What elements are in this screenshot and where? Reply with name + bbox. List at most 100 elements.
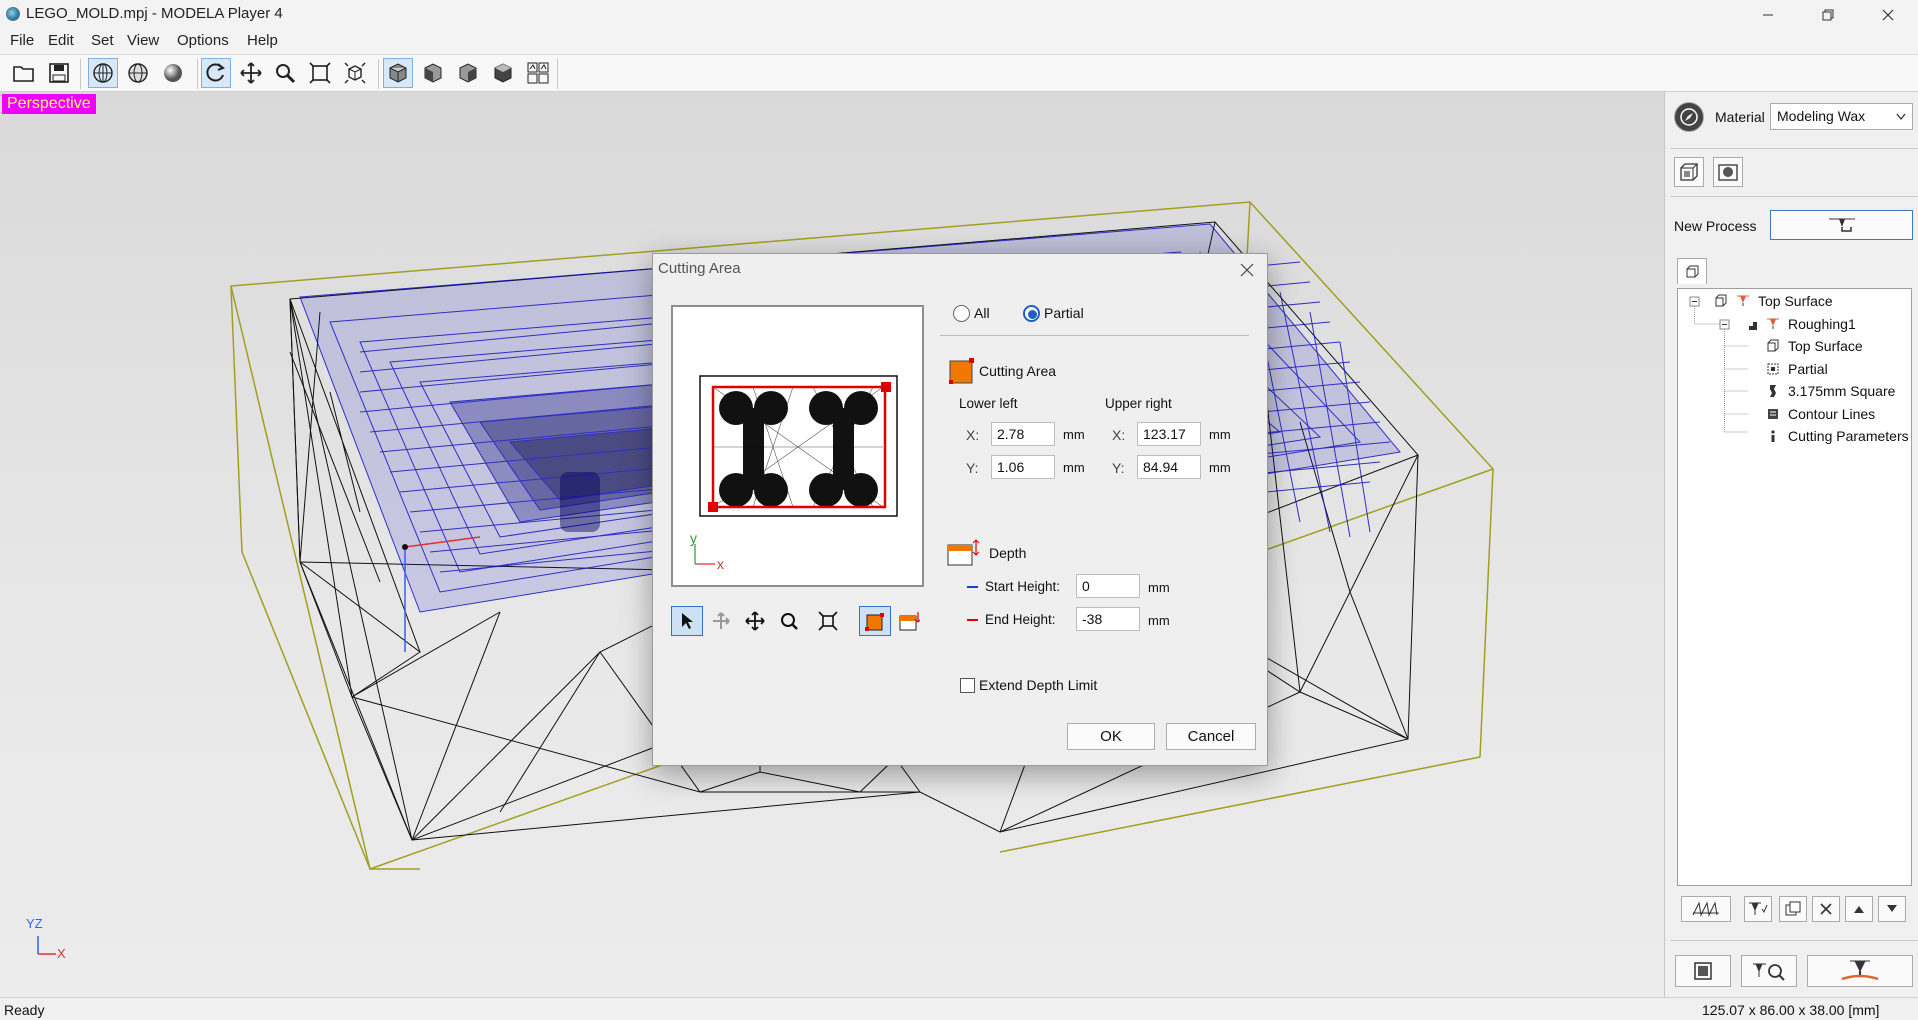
view-perspective-icon (389, 63, 407, 83)
start-height-input[interactable] (1076, 574, 1140, 598)
tree-item-cutting-parameters[interactable]: Cutting Parameters (1766, 428, 1909, 444)
copy-process-button[interactable] (1779, 896, 1807, 922)
stock-settings-button[interactable] (1713, 157, 1743, 187)
copy-icon (1785, 901, 1801, 916)
arrow-up-icon (1854, 906, 1864, 913)
tree-item-partial[interactable]: Partial (1766, 361, 1828, 377)
radio-all[interactable] (953, 305, 970, 322)
solid-view-button[interactable] (158, 58, 188, 88)
unit-label: mm (1148, 613, 1170, 628)
tree-item-roughing1[interactable]: Roughing1 (1744, 316, 1856, 332)
zoom-window-button[interactable] (340, 58, 370, 88)
lower-left-y-input[interactable] (991, 455, 1055, 479)
tab-process-tree[interactable] (1677, 258, 1707, 284)
menu-help[interactable]: Help (247, 32, 278, 49)
pan-preview-button[interactable] (739, 606, 771, 636)
compass-icon (1680, 108, 1698, 126)
partial-area-icon (1766, 362, 1780, 376)
menu-edit[interactable]: Edit (48, 32, 74, 49)
model-icon (1766, 339, 1780, 353)
lower-left-y-label: Y: (966, 460, 979, 476)
move-up-button[interactable] (1845, 896, 1873, 922)
unit-label: mm (1063, 427, 1085, 442)
lower-left-x-input[interactable] (991, 422, 1055, 446)
material-value: Modeling Wax (1777, 108, 1866, 124)
start-height-marker (967, 586, 978, 588)
select-tool-button[interactable] (671, 606, 703, 636)
depth-mode-button[interactable] (893, 606, 925, 636)
view-back-icon (494, 63, 512, 83)
tree-item-top-surface-child[interactable]: Top Surface (1766, 338, 1863, 354)
zoom-fit-icon (818, 611, 838, 631)
rotate-icon (206, 63, 225, 82)
material-button[interactable] (1674, 102, 1704, 132)
tool-options-button[interactable] (1744, 896, 1772, 922)
save-button[interactable] (44, 58, 74, 88)
move-down-button[interactable] (1878, 896, 1906, 922)
open-file-button[interactable] (9, 58, 39, 88)
model-dimensions: 125.07 x 86.00 x 38.00 [mm] (1702, 1002, 1880, 1018)
upper-right-x-label: X: (1112, 427, 1126, 443)
mesh-view-icon (128, 63, 148, 83)
dialog-close-icon[interactable] (1239, 262, 1255, 278)
end-height-input[interactable] (1076, 607, 1140, 631)
view-perspective-button[interactable] (383, 58, 413, 88)
unit-label: mm (1063, 460, 1085, 475)
output-settings-button[interactable] (1675, 955, 1731, 987)
wireframe-view-icon (93, 63, 113, 83)
zoom-button[interactable] (270, 58, 300, 88)
material-select[interactable]: Modeling Wax (1770, 103, 1913, 130)
upper-right-y-label: Y: (1112, 460, 1125, 476)
extend-depth-label: Extend Depth Limit (979, 677, 1098, 693)
depth-heading: Depth (989, 545, 1027, 561)
extend-depth-checkbox[interactable] (960, 678, 975, 693)
view-front-button[interactable] (418, 58, 448, 88)
upper-right-x-input[interactable] (1137, 422, 1201, 446)
restore-icon (1822, 9, 1834, 20)
close-button[interactable] (1860, 0, 1916, 29)
upper-right-handle (881, 382, 891, 392)
view-front-icon (424, 63, 442, 83)
chevron-down-icon (1896, 113, 1906, 121)
menu-view[interactable]: View (127, 32, 159, 49)
new-process-icon (1828, 218, 1855, 232)
cutting-area-dialog: Cutting Area y x All Partial Cutting Are… (652, 253, 1268, 766)
menu-options[interactable]: Options (177, 32, 229, 49)
tree-item-contour-lines[interactable]: Contour Lines (1766, 406, 1875, 422)
rotate-button[interactable] (201, 58, 231, 88)
new-process-button[interactable] (1770, 210, 1913, 240)
zoom-preview-button[interactable] (773, 606, 805, 636)
end-height-label: End Height: (985, 612, 1056, 627)
menu-set[interactable]: Set (91, 32, 114, 49)
delete-process-button[interactable] (1812, 896, 1840, 922)
tree-item-tool[interactable]: 3.175mm Square (1766, 383, 1895, 399)
restore-button[interactable] (1800, 0, 1856, 29)
menu-bar: File Edit Set View Options Help (0, 29, 1918, 53)
cancel-button[interactable]: Cancel (1166, 723, 1256, 750)
pan-button[interactable] (236, 58, 266, 88)
move-area-button[interactable] (705, 606, 737, 636)
view-side-icon (459, 63, 477, 83)
model-settings-button[interactable] (1674, 157, 1704, 187)
cutting-area-mode-button[interactable] (859, 606, 891, 636)
radio-partial[interactable] (1023, 305, 1040, 322)
cut-button[interactable] (1807, 955, 1913, 987)
fit-preview-button[interactable] (812, 606, 844, 636)
mesh-view-button[interactable] (123, 58, 153, 88)
zoom-fit-button[interactable] (305, 58, 335, 88)
preview-axis-x: x (717, 556, 724, 572)
view-side-button[interactable] (453, 58, 483, 88)
view-back-button[interactable] (488, 58, 518, 88)
minimize-icon (1763, 14, 1773, 15)
area-preview[interactable]: y x (671, 305, 924, 587)
menu-file[interactable]: File (10, 32, 34, 49)
wireframe-view-button[interactable] (88, 58, 118, 88)
path-preview-button[interactable] (1681, 896, 1731, 922)
minimize-button[interactable] (1740, 0, 1796, 29)
tree-item-top-surface[interactable]: Top Surface (1714, 293, 1833, 309)
preview-cutting-button[interactable] (1741, 955, 1797, 987)
ok-button[interactable]: OK (1067, 723, 1155, 750)
cut-icon (1841, 960, 1879, 981)
view-multi-button[interactable] (523, 58, 553, 88)
upper-right-y-input[interactable] (1137, 455, 1201, 479)
